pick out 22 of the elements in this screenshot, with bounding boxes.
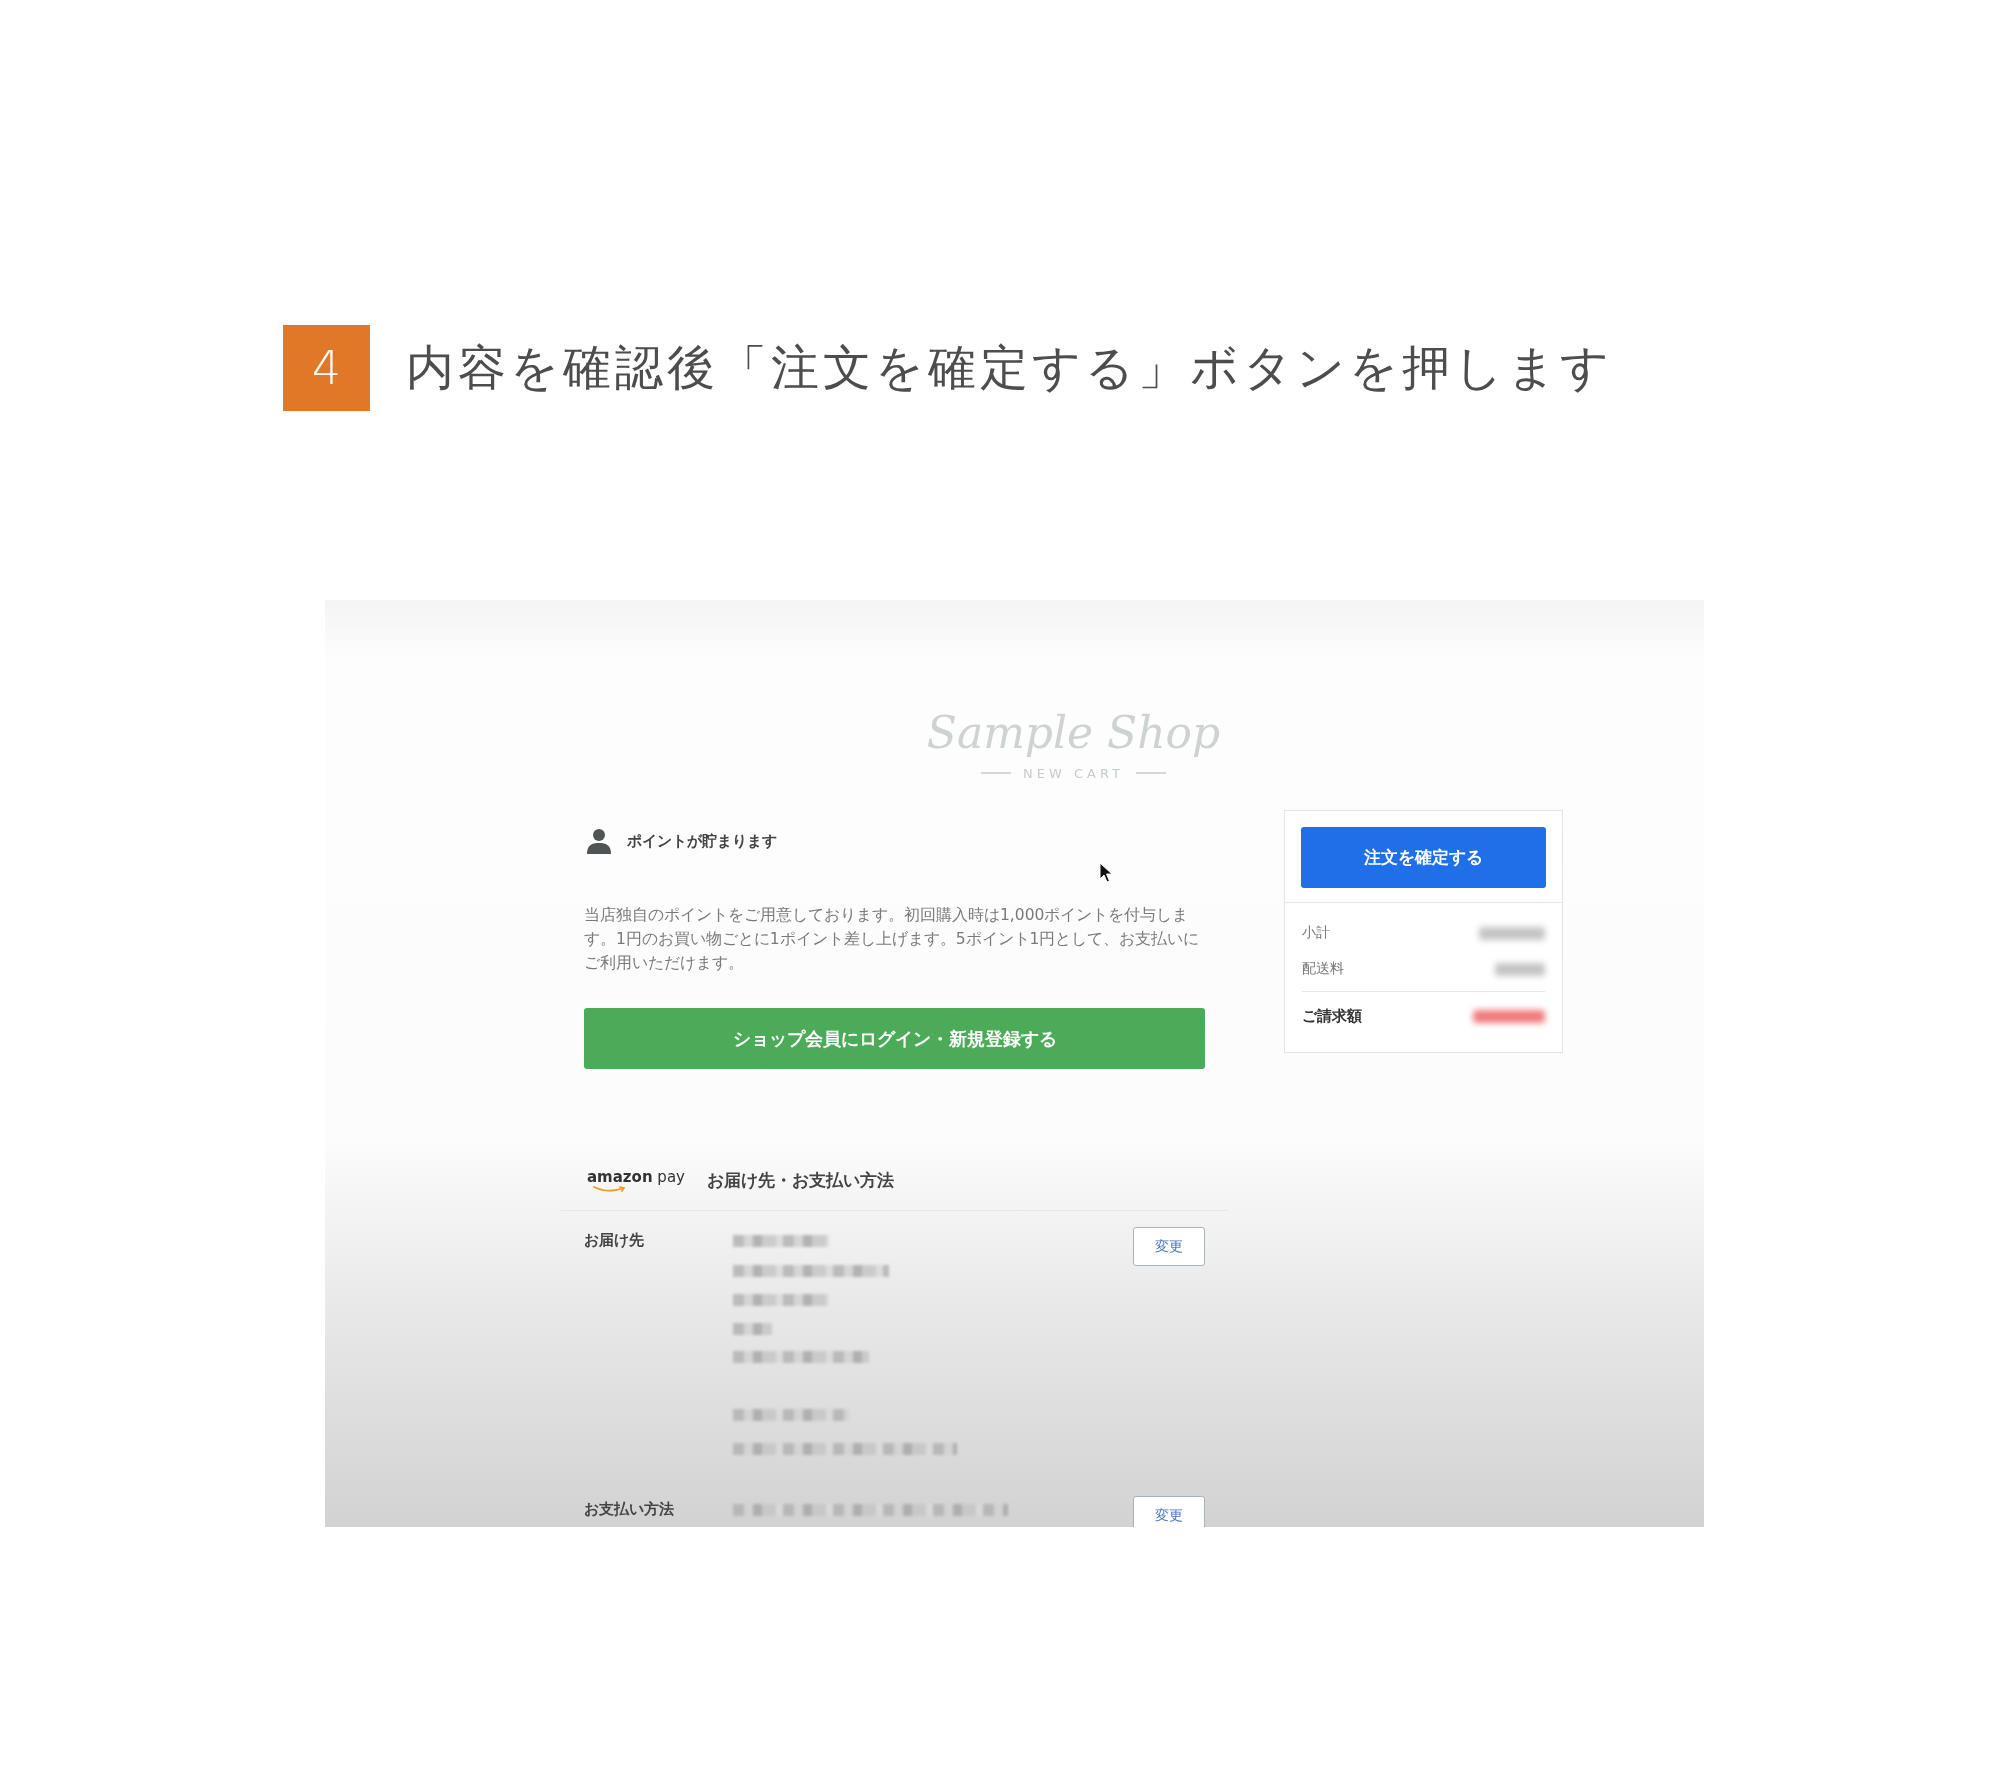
summary-label: 小計	[1302, 924, 1330, 942]
mouse-pointer-icon	[1099, 862, 1114, 883]
change-button[interactable]: 変更	[1133, 1227, 1205, 1266]
payment-logo-text: amazon pay	[587, 1167, 685, 1186]
pixelated-text	[733, 1323, 772, 1335]
info-label: お支払い方法	[584, 1499, 675, 1519]
shipping-payment-heading: お届け先・お支払い方法	[706, 1168, 894, 1192]
summary-label: ご請求額	[1302, 1007, 1362, 1026]
summary-label: 配送料	[1302, 960, 1344, 978]
smile-arrow-icon	[593, 1185, 627, 1193]
blurred-amount	[1495, 962, 1545, 976]
step-title: 内容を確認後「注文を確定する」ボタンを押します	[406, 338, 1613, 397]
blurred-amount	[1479, 926, 1545, 940]
login-register-button[interactable]: ショップ会員にログイン・新規登録する	[584, 1008, 1205, 1069]
change-button[interactable]: 変更	[1133, 1496, 1205, 1527]
blurred-amount	[1473, 1010, 1545, 1023]
info-label: お届け先	[584, 1230, 645, 1250]
person-icon	[587, 828, 611, 854]
points-description: 当店独自のポイントをご用意しております。初回購入時は1,000ポイントを付与します。1円のお買い物ごとに1ポイント差し上げます。5ポイント1円として、お支払いにご利用いただけます。	[584, 905, 1201, 974]
confirm-order-button[interactable]: 注文を確定する	[1301, 827, 1546, 888]
step-number-badge: 4	[283, 325, 370, 411]
points-heading: ポイントが貯まります	[627, 831, 777, 851]
